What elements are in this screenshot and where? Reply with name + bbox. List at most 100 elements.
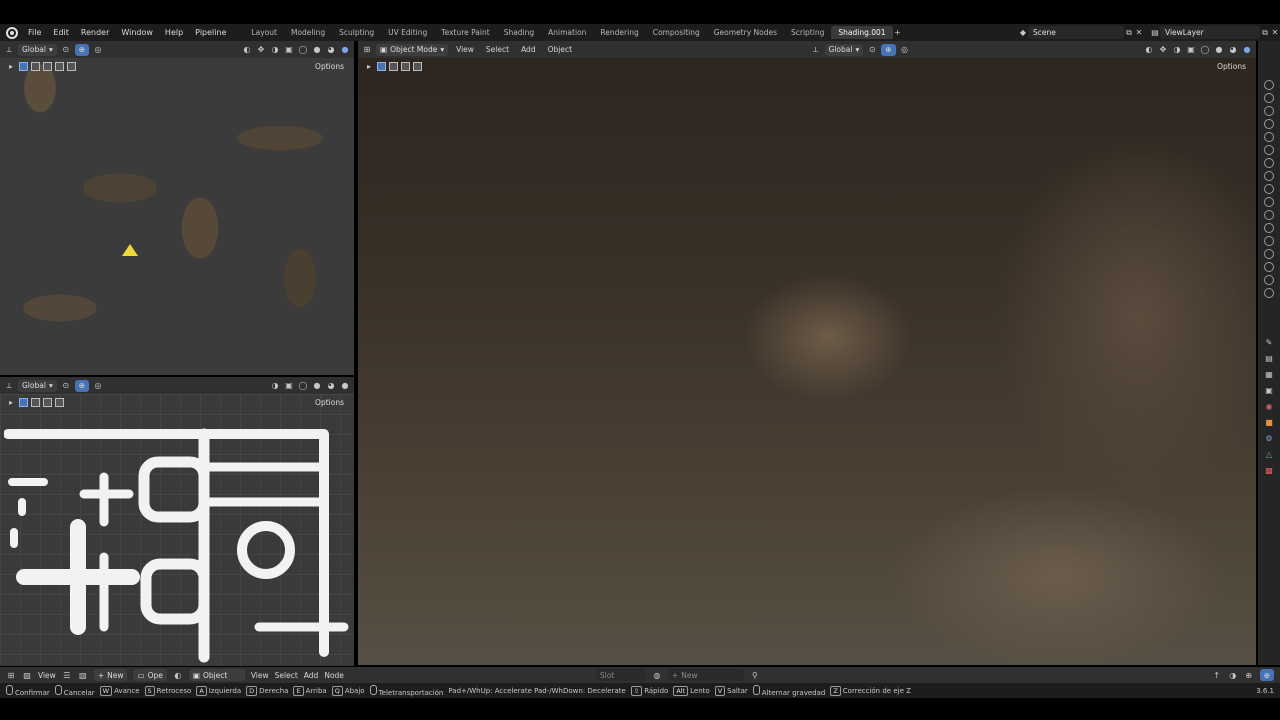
select-mode-extend-icon[interactable] [31, 397, 40, 407]
overlay-icon[interactable]: ◑ [270, 381, 280, 391]
tab-layout[interactable]: Layout [244, 26, 284, 39]
select-mode-extend-icon[interactable] [31, 61, 40, 71]
tab-geometry-nodes[interactable]: Geometry Nodes [707, 26, 784, 39]
select-mode-new-icon[interactable] [19, 397, 28, 407]
snap-toggle-tl[interactable]: ⊕ [74, 43, 89, 56]
camera-vis-icon[interactable] [1264, 132, 1274, 142]
output-tab-icon[interactable]: ▦ [1264, 369, 1274, 379]
cave-render-view[interactable]: ▸ Options [358, 58, 1256, 665]
tab-texture-paint[interactable]: Texture Paint [434, 26, 496, 39]
visibility-icon[interactable]: ◐ [242, 45, 252, 55]
scene-tab-icon[interactable]: ◉ [1264, 401, 1274, 411]
xray-icon[interactable]: ▣ [1186, 45, 1196, 55]
render-tab-icon[interactable]: ▤ [1264, 353, 1274, 363]
hamburger-icon[interactable]: ☰ [62, 670, 72, 680]
editor-type-icon[interactable]: ⊞ [6, 670, 16, 680]
node-menu-add[interactable]: Add [304, 671, 319, 680]
node-snap-toggle[interactable]: ⊕ [1259, 669, 1274, 681]
camera-vis-icon[interactable] [1264, 288, 1274, 298]
tab-scripting[interactable]: Scripting [784, 26, 831, 39]
tab-shading-001[interactable]: Shading.001 [831, 26, 893, 39]
viewport-bottom-left[interactable]: ⟂ Global ▾ ⊙ ⊕ ◎ ◑ ▣ ◯ ● ◕ ● ▸ Options [0, 377, 354, 666]
menu-file[interactable]: File [22, 28, 47, 37]
tab-shading[interactable]: Shading [497, 26, 541, 39]
camera-vis-icon[interactable] [1264, 223, 1274, 233]
camera-vis-icon[interactable] [1264, 106, 1274, 116]
shading-material-icon[interactable]: ◕ [1228, 45, 1238, 55]
camera-vis-icon[interactable] [1264, 93, 1274, 103]
tab-animation[interactable]: Animation [541, 26, 593, 39]
gizmo-icon[interactable]: ✥ [256, 45, 266, 55]
viewport-tl-canvas[interactable]: ▸ Options [0, 58, 354, 375]
shading-material-icon[interactable]: ◕ [326, 45, 336, 55]
select-mode-subtract-icon[interactable] [401, 61, 410, 71]
tool-select-icon[interactable]: ▸ [6, 397, 16, 407]
shading-wire-icon[interactable]: ◯ [1200, 45, 1210, 55]
camera-vis-icon[interactable] [1264, 197, 1274, 207]
options-dropdown-bl[interactable]: Options [311, 397, 348, 408]
camera-vis-icon[interactable] [1264, 158, 1274, 168]
open-image-button[interactable]: ▭ Ope [133, 669, 167, 681]
menu-view[interactable]: View [452, 45, 478, 54]
parent-node-icon[interactable]: ↑ [1212, 670, 1222, 680]
xray-icon[interactable]: ▣ [284, 381, 294, 391]
tool-tab-icon[interactable]: ✎ [1264, 337, 1274, 347]
material-browse-icon[interactable]: ◍ [652, 670, 662, 680]
orientation-dropdown-tl[interactable]: Global ▾ [18, 43, 57, 56]
shading-solid-icon[interactable]: ● [312, 45, 322, 55]
overlay-icon[interactable]: ◑ [1228, 670, 1238, 680]
shading-wire-icon[interactable]: ◯ [298, 381, 308, 391]
new-image-button[interactable]: + New [93, 669, 128, 681]
shading-rendered-icon[interactable]: ● [340, 45, 350, 55]
options-dropdown-main[interactable]: Options [1213, 61, 1250, 72]
object-type-dropdown[interactable]: ▣ Object [188, 669, 245, 681]
new-view-layer-icon[interactable]: ⧉ [1260, 28, 1270, 38]
camera-vis-icon[interactable] [1264, 171, 1274, 181]
snapping-icon[interactable]: ⊕ [1244, 670, 1254, 680]
viewport-top-left[interactable]: ⟂ Global ▾ ⊙ ⊕ ◎ ◐ ✥ ◑ ▣ ◯ ● ◕ ● ▸ Option… [0, 41, 354, 375]
shading-solid-icon[interactable]: ● [1214, 45, 1224, 55]
menu-edit[interactable]: Edit [47, 28, 75, 37]
slot-dropdown[interactable]: Slot [595, 669, 646, 681]
select-mode-invert-icon[interactable] [55, 61, 64, 71]
visibility-icon[interactable]: ◐ [1144, 45, 1154, 55]
orientation-dropdown-main[interactable]: Global ▾ [824, 43, 864, 56]
select-mode-subtract-icon[interactable] [43, 61, 52, 71]
tab-compositing[interactable]: Compositing [646, 26, 707, 39]
tab-sculpting[interactable]: Sculpting [332, 26, 381, 39]
shading-rendered-icon[interactable]: ● [1242, 45, 1252, 55]
viewport-main[interactable]: ⊞ ▣ Object Mode ▾ View Select Add Object … [358, 41, 1256, 665]
overlay-icon[interactable]: ◑ [1172, 45, 1182, 55]
select-mode-invert-icon[interactable] [55, 397, 64, 407]
node-menu-node[interactable]: Node [324, 671, 344, 680]
menu-window[interactable]: Window [115, 28, 159, 37]
camera-vis-icon[interactable] [1264, 210, 1274, 220]
select-mode-subtract-icon[interactable] [43, 397, 52, 407]
camera-vis-icon[interactable] [1264, 262, 1274, 272]
node-menu-view[interactable]: View [251, 671, 269, 680]
proportional-edit-icon[interactable]: ◎ [93, 381, 103, 391]
select-mode-new-icon[interactable] [377, 61, 386, 71]
shading-solid-icon[interactable]: ● [312, 381, 322, 391]
tab-uv-editing[interactable]: UV Editing [381, 26, 434, 39]
object-tab-icon[interactable]: ■ [1264, 417, 1274, 427]
pivot-icon[interactable]: ⊙ [61, 381, 71, 391]
modifier-tab-icon[interactable]: ⚙ [1264, 433, 1274, 443]
camera-vis-icon[interactable] [1264, 145, 1274, 155]
menu-object[interactable]: Object [544, 45, 576, 54]
tab-modeling[interactable]: Modeling [284, 26, 332, 39]
mode-dropdown[interactable]: ▣ Object Mode ▾ [376, 43, 449, 56]
new-material-button[interactable]: + New [667, 669, 744, 681]
node-menu-select[interactable]: Select [275, 671, 298, 680]
add-workspace-icon[interactable]: + [893, 28, 903, 38]
camera-vis-icon[interactable] [1264, 80, 1274, 90]
shading-material-icon[interactable]: ◕ [326, 381, 336, 391]
node-view-menu[interactable]: View [38, 671, 56, 680]
xray-icon[interactable]: ▣ [284, 45, 294, 55]
menu-render[interactable]: Render [75, 28, 115, 37]
camera-vis-icon[interactable] [1264, 236, 1274, 246]
data-tab-icon[interactable]: △ [1264, 449, 1274, 459]
camera-vis-icon[interactable] [1264, 119, 1274, 129]
shading-wire-icon[interactable]: ◯ [298, 45, 308, 55]
select-mode-invert-icon[interactable] [413, 61, 422, 71]
